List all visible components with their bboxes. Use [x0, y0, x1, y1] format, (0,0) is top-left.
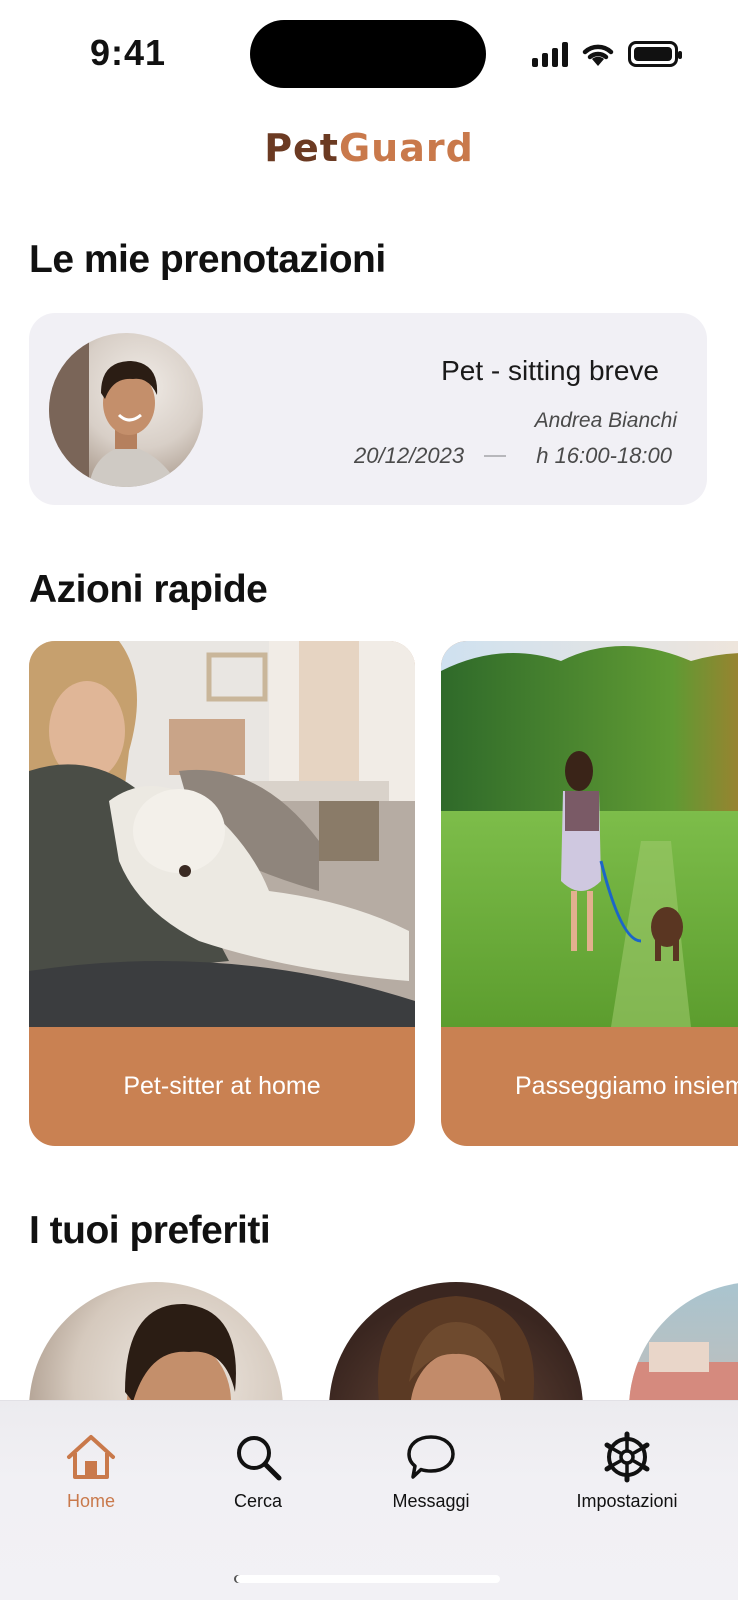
booking-date: 20/12/2023 [354, 443, 465, 468]
chat-icon [407, 1435, 455, 1479]
favorite-sitter-avatar[interactable] [629, 1282, 738, 1400]
tab-label: Impostazioni [576, 1491, 678, 1511]
quick-actions-carousel[interactable]: Pet-sitter at home Passeggiamo insieme [29, 641, 738, 1147]
quick-action-label: Pet-sitter at home [123, 1072, 321, 1100]
favorite-sitter-avatar[interactable] [329, 1282, 583, 1400]
tab-label: Cerca [233, 1491, 282, 1511]
date-time-separator [484, 455, 506, 457]
gear-icon [604, 1431, 650, 1483]
tab-label: Messaggi [392, 1491, 470, 1511]
quick-action-label: Passeggiamo insieme [515, 1072, 738, 1100]
tab-settings[interactable]: Impostazioni [557, 1431, 697, 1512]
booking-sitter-name: Andrea Bianchi [534, 409, 677, 432]
battery-icon [628, 41, 682, 67]
status-icons [532, 40, 682, 68]
quick-action-card-pet-sitter[interactable]: Pet-sitter at home [29, 641, 415, 1146]
logo-text-guard: Guard [338, 126, 474, 170]
cellular-signal-icon [532, 41, 568, 67]
logo-text-pet: Pet [264, 126, 339, 170]
quick-actions-section-title: Azioni rapide [29, 568, 268, 611]
booking-card[interactable]: Pet - sitting breve Andrea Bianchi 20/12… [29, 313, 707, 505]
status-bar: 9:41 [0, 0, 738, 110]
favorite-sitter-avatar[interactable] [29, 1282, 283, 1400]
walk-photo [441, 641, 738, 1027]
search-icon [237, 1436, 282, 1481]
favorites-section-title: I tuoi preferiti [29, 1209, 271, 1252]
tab-home[interactable]: Home [21, 1431, 161, 1512]
tab-label: Home [66, 1491, 115, 1511]
status-time: 9:41 [90, 32, 167, 73]
home-indicator[interactable] [236, 1575, 500, 1583]
bottom-tab-bar: Home Cerca Messaggi Impostazioni [0, 1400, 738, 1600]
quick-action-card-walk[interactable]: Passeggiamo insieme [441, 641, 738, 1146]
home-icon [67, 1435, 115, 1479]
pet-sitter-photo [29, 641, 415, 1027]
tab-search[interactable]: Cerca [188, 1431, 328, 1512]
wifi-icon [582, 44, 614, 66]
bookings-section-title: Le mie prenotazioni [29, 238, 386, 281]
booking-service: Pet - sitting breve [441, 355, 659, 386]
booking-time: h 16:00-18:00 [536, 443, 672, 468]
sitter-avatar [49, 333, 203, 487]
app-logo: PetGuard [0, 126, 738, 170]
dynamic-island [250, 20, 486, 88]
favorites-carousel[interactable] [0, 1280, 738, 1400]
tab-messages[interactable]: Messaggi [361, 1431, 501, 1512]
